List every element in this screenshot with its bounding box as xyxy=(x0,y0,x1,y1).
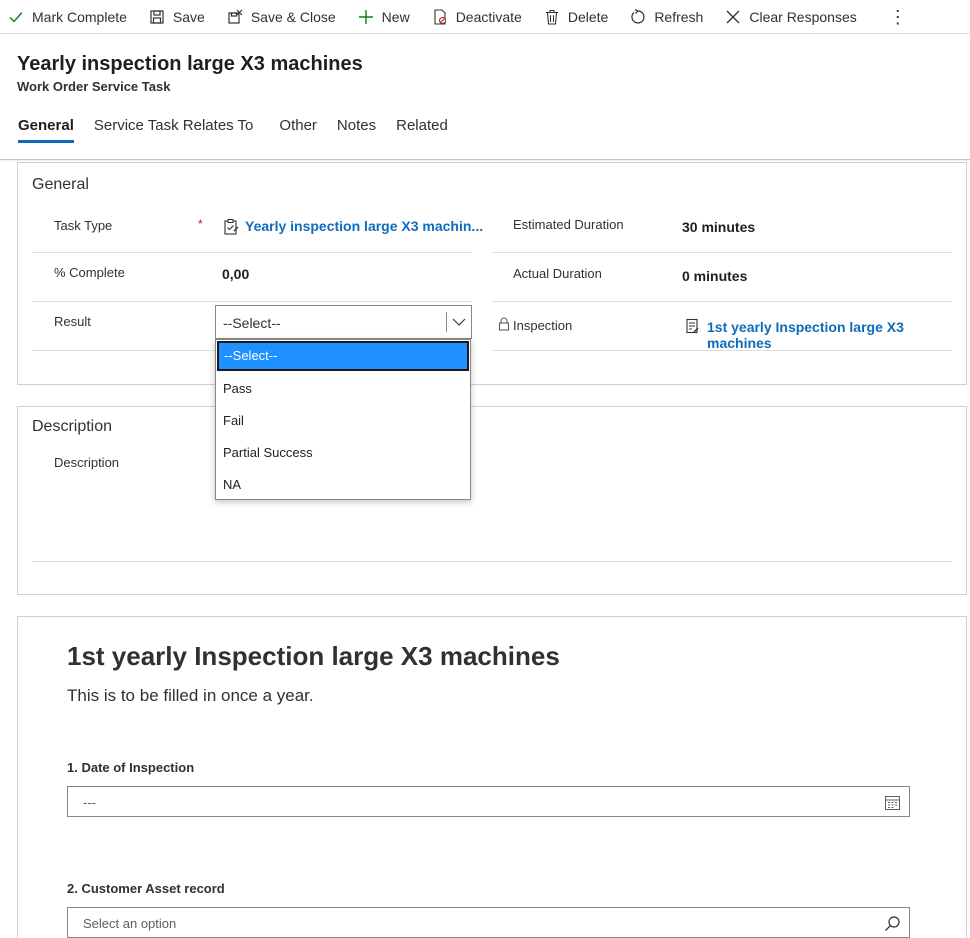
plus-icon xyxy=(358,9,374,25)
tab-service-task-relates-to[interactable]: Service Task Relates To xyxy=(94,117,254,143)
tab-general[interactable]: General xyxy=(18,117,74,143)
inspection-form-description: This is to be filled in once a year. xyxy=(67,686,314,705)
deactivate-button[interactable]: Deactivate xyxy=(432,1,522,33)
save-button[interactable]: Save xyxy=(149,1,205,33)
task-type-link[interactable]: Yearly inspection large X3 machin... xyxy=(245,218,483,234)
delete-label: Delete xyxy=(567,8,609,25)
question-2-label: 2. Customer Asset record xyxy=(67,881,225,896)
option-select[interactable]: --Select-- xyxy=(217,341,469,371)
lookup-placeholder: Select an option xyxy=(83,916,177,931)
divider xyxy=(32,561,952,562)
description-textarea[interactable] xyxy=(478,447,948,557)
refresh-icon xyxy=(630,8,646,25)
inspection-form-section: 1st yearly Inspection large X3 machines … xyxy=(17,616,967,938)
new-button[interactable]: New xyxy=(358,1,410,33)
divider xyxy=(492,252,952,253)
lock-icon xyxy=(498,317,510,331)
result-label: Result xyxy=(54,314,91,329)
option-pass[interactable]: Pass xyxy=(217,374,469,404)
general-section-title: General xyxy=(32,176,89,193)
refresh-label: Refresh xyxy=(654,8,704,25)
result-selected-value: --Select-- xyxy=(223,315,281,331)
tab-notes[interactable]: Notes xyxy=(337,117,376,143)
inspection-form-icon xyxy=(685,318,700,334)
divider xyxy=(492,350,952,351)
mark-complete-button[interactable]: Mark Complete xyxy=(8,1,127,33)
delete-button[interactable]: Delete xyxy=(544,1,608,33)
tab-list: General Service Task Relates To Other No… xyxy=(18,117,468,143)
description-section: Description Description xyxy=(17,406,967,595)
divider xyxy=(492,301,952,302)
inspection-form-title: 1st yearly Inspection large X3 machines xyxy=(67,641,560,671)
save-close-button[interactable]: Save & Close xyxy=(227,1,336,33)
deactivate-label: Deactivate xyxy=(455,8,522,25)
inspection-link[interactable]: 1st yearly Inspection large X3 machines xyxy=(707,319,966,351)
customer-asset-lookup[interactable]: Select an option xyxy=(67,907,910,938)
description-section-title: Description xyxy=(32,418,113,435)
required-marker: * xyxy=(198,217,203,231)
form-header: Yearly inspection large X3 machines Work… xyxy=(0,34,970,160)
calendar-icon[interactable] xyxy=(884,794,901,811)
tab-other[interactable]: Other xyxy=(279,117,317,143)
page-title: Yearly inspection large X3 machines xyxy=(17,53,363,75)
percent-complete-value[interactable]: 0,00 xyxy=(222,266,249,282)
trash-icon xyxy=(544,9,560,25)
description-label: Description xyxy=(54,455,120,470)
estimated-duration-label: Estimated Duration xyxy=(513,217,624,232)
deactivate-icon xyxy=(432,8,448,25)
save-label: Save xyxy=(172,8,205,25)
clear-responses-button[interactable]: Clear Responses xyxy=(725,1,857,33)
result-dropdown-list: --Select-- Pass Fail Partial Success NA xyxy=(215,339,471,500)
command-bar: Mark Complete Save Save & Close New Deac… xyxy=(0,0,970,34)
mark-complete-label: Mark Complete xyxy=(32,8,127,25)
checkmark-icon xyxy=(8,9,24,25)
save-close-label: Save & Close xyxy=(250,8,336,25)
chevron-down-icon xyxy=(452,315,466,329)
option-fail[interactable]: Fail xyxy=(217,406,469,436)
date-placeholder: --- xyxy=(83,795,96,810)
estimated-duration-value[interactable]: 30 minutes xyxy=(682,219,755,235)
task-type-label: Task Type xyxy=(54,218,113,233)
divider xyxy=(32,301,472,302)
general-section: General Task Type * Yearly inspection la… xyxy=(17,162,967,385)
question-1-label: 1. Date of Inspection xyxy=(67,760,195,775)
option-partial-success[interactable]: Partial Success xyxy=(217,438,469,468)
more-commands-icon[interactable]: ⋮ xyxy=(889,8,907,26)
clear-responses-label: Clear Responses xyxy=(749,8,857,25)
percent-complete-label: % Complete xyxy=(54,265,125,280)
result-select[interactable]: --Select-- xyxy=(215,305,472,339)
search-icon[interactable] xyxy=(884,915,901,932)
select-divider xyxy=(446,312,447,332)
actual-duration-value[interactable]: 0 minutes xyxy=(682,268,747,284)
refresh-button[interactable]: Refresh xyxy=(630,1,703,33)
task-type-icon xyxy=(223,218,239,235)
save-icon xyxy=(149,9,165,25)
date-of-inspection-input[interactable]: --- xyxy=(67,786,910,817)
new-label: New xyxy=(381,8,410,25)
divider xyxy=(32,252,472,253)
entity-name: Work Order Service Task xyxy=(17,79,171,94)
close-icon xyxy=(725,9,741,25)
actual-duration-label: Actual Duration xyxy=(513,266,602,281)
inspection-label: Inspection xyxy=(513,318,573,333)
option-na[interactable]: NA xyxy=(217,470,469,500)
tab-related[interactable]: Related xyxy=(396,117,448,143)
save-close-icon xyxy=(227,9,243,25)
